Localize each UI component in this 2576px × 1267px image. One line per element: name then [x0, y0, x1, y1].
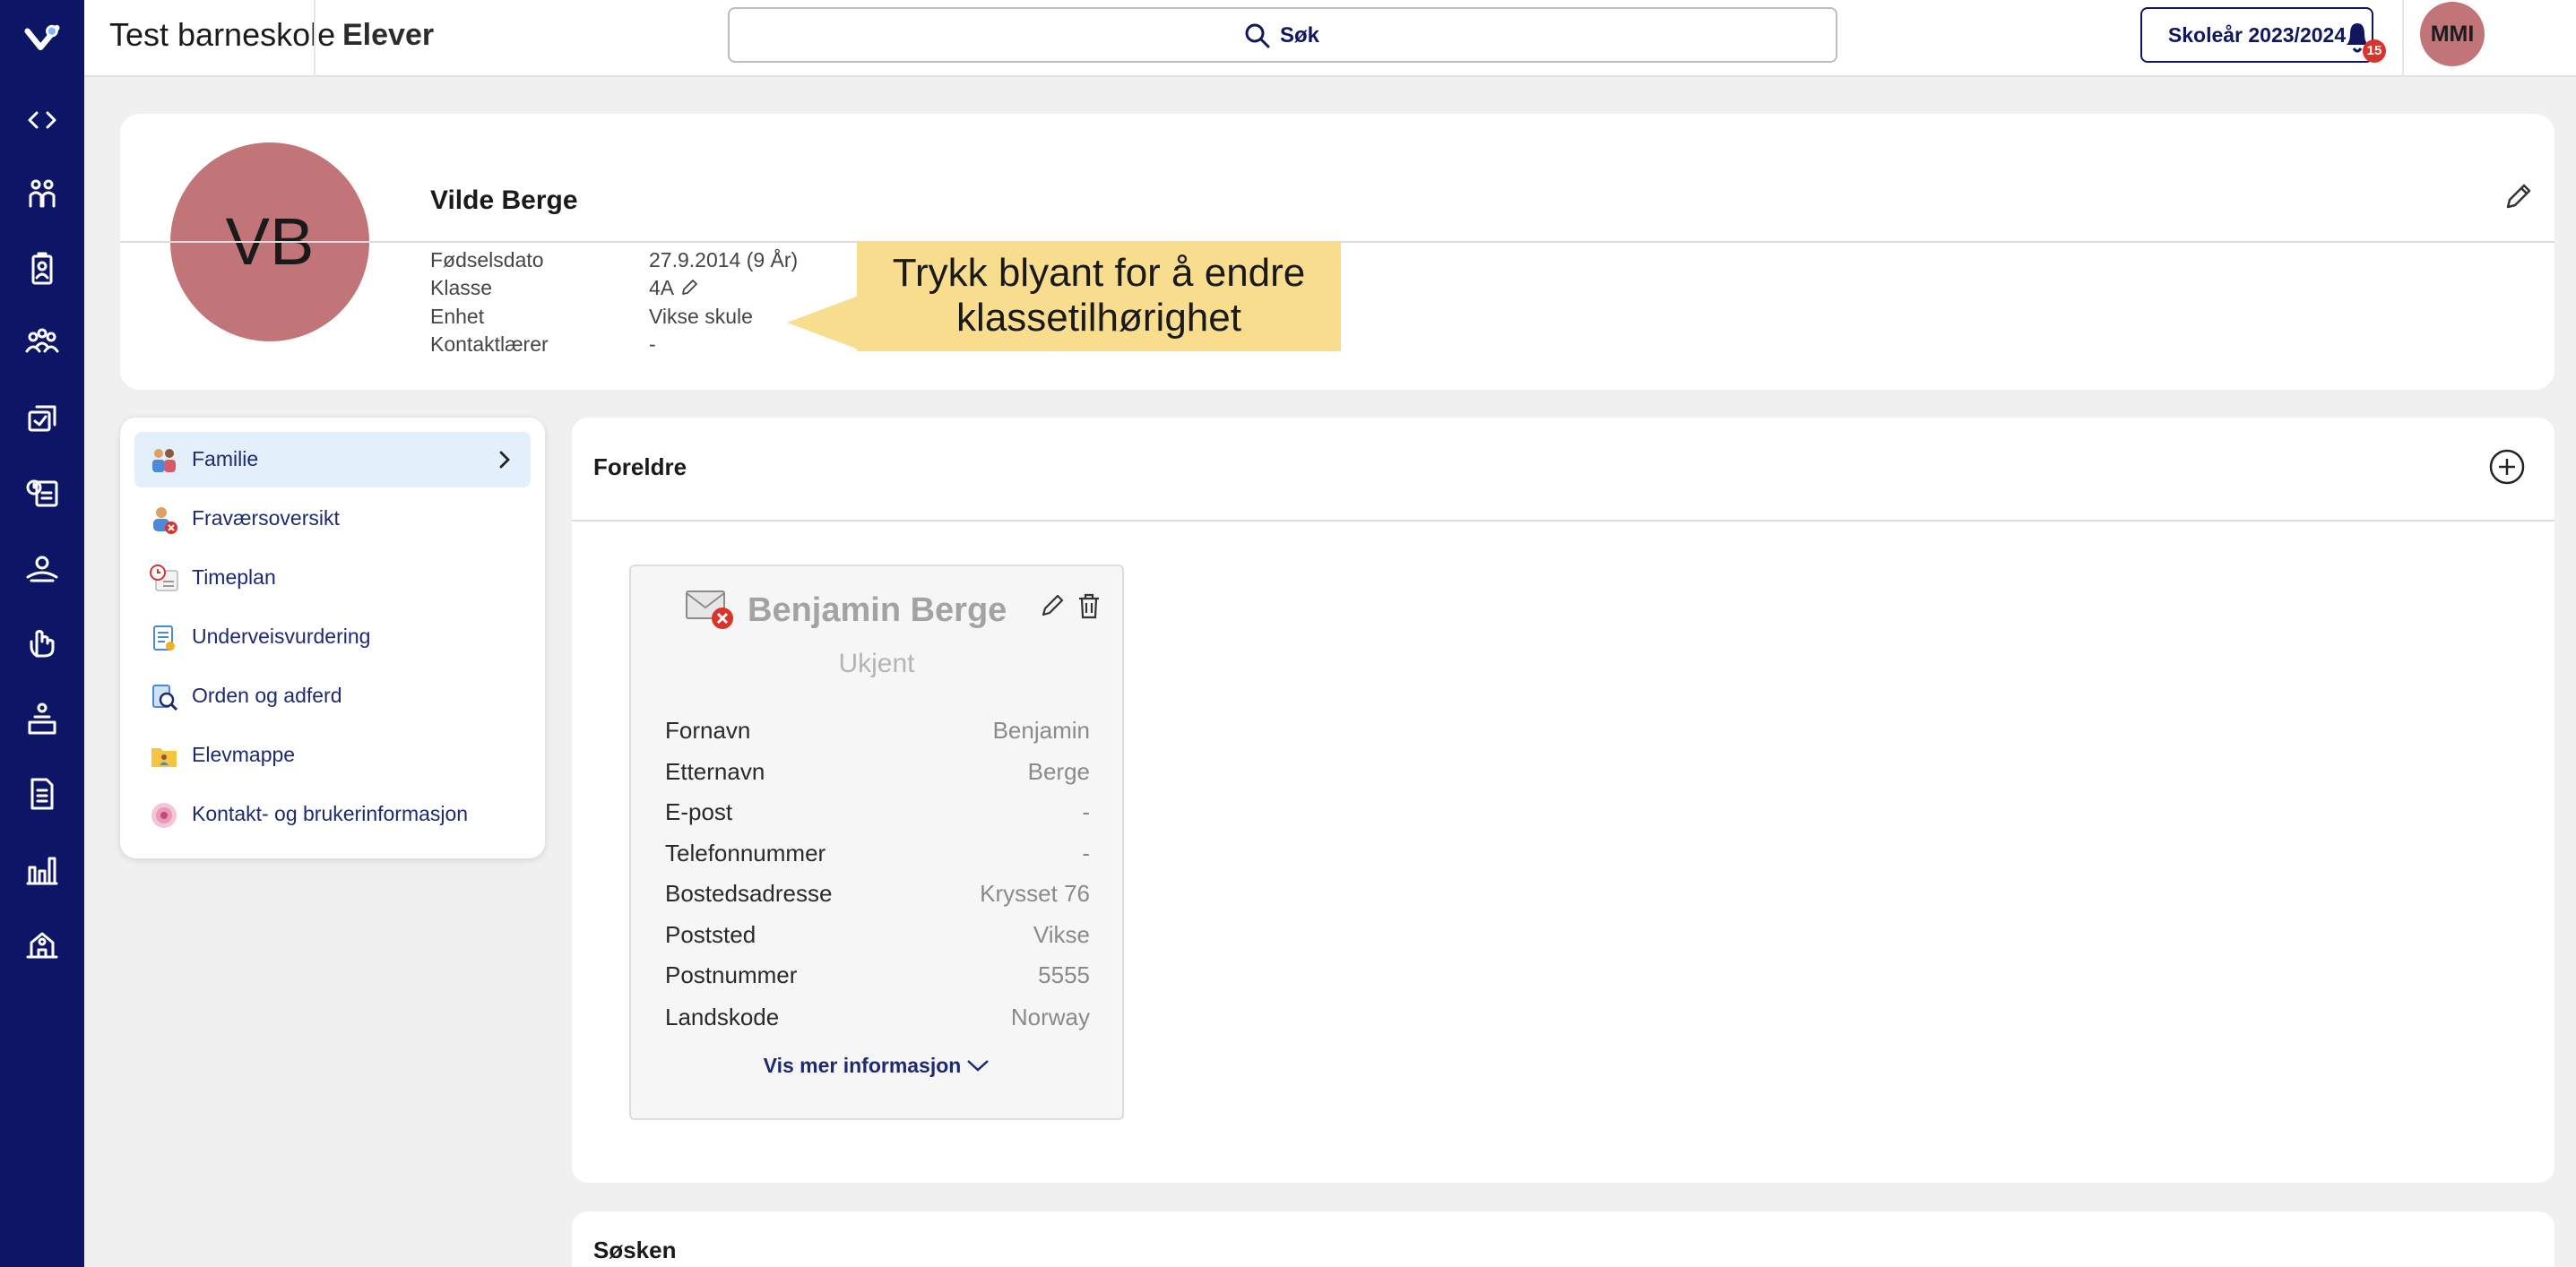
school-name[interactable]: Test barneskole — [109, 16, 335, 54]
menu-item-kontakt-og-brukerinformasjon[interactable]: Kontakt- og brukerinformasjon — [134, 787, 531, 842]
chevron-down-icon — [967, 1060, 990, 1072]
document-icon[interactable] — [24, 776, 60, 812]
user-avatar[interactable]: MMI — [2420, 2, 2485, 66]
add-circle-icon[interactable] — [2488, 448, 2526, 486]
divider — [314, 0, 316, 77]
menu-item-timeplan[interactable]: Timeplan — [134, 550, 531, 606]
conduct-icon — [152, 685, 178, 711]
divider — [2402, 0, 2404, 77]
show-more-button[interactable]: Vis mer informasjon — [631, 1054, 1122, 1078]
field-label: Telefonnummer — [665, 840, 826, 866]
app-logo[interactable] — [24, 20, 64, 52]
info-label-contact-teacher: Kontaktlærer — [430, 332, 549, 356]
menu-item-fravaersoversikt[interactable]: Fraværsoversikt — [134, 491, 531, 547]
contact-info-icon — [151, 803, 177, 828]
top-bar: Test barneskole Elever Søk Skoleår 2023/… — [84, 0, 2576, 77]
field-label: Bostedsadresse — [665, 880, 833, 907]
edit-class-pencil-icon[interactable] — [679, 278, 699, 297]
menu-label: Orden og adferd — [192, 684, 342, 707]
parent-name: Benjamin Berge — [748, 591, 1007, 629]
family-icon — [152, 449, 176, 472]
info-value-class: 4A — [649, 276, 675, 299]
section-title: Søsken — [593, 1237, 677, 1263]
id-badge-icon[interactable] — [24, 251, 60, 287]
field-label: Etternavn — [665, 758, 765, 785]
student-menu: Familie Fraværsoversikt Timeplan Underve… — [120, 418, 545, 858]
folder-icon — [151, 748, 177, 767]
field-value: Krysset 76 — [980, 880, 1090, 907]
page-title: Elever — [342, 18, 435, 52]
school-building-icon[interactable] — [24, 927, 60, 962]
schedule-icon — [150, 565, 178, 591]
support-icon[interactable] — [24, 550, 60, 586]
field-value: - — [1082, 840, 1090, 866]
student-name: Vilde Berge — [430, 185, 578, 215]
mail-error-icon — [686, 590, 733, 629]
info-value-class-row: 4A — [649, 276, 699, 300]
field-label: Postnummer — [665, 961, 798, 988]
chevron-right-icon — [499, 451, 510, 469]
info-value-unit: Vikse skule — [649, 305, 753, 328]
menu-item-elevmappe[interactable]: Elevmappe — [134, 728, 531, 783]
field-value: Berge — [1027, 758, 1090, 785]
field-label: Poststed — [665, 921, 756, 948]
edit-pencil-icon[interactable] — [2501, 180, 2535, 214]
students-icon[interactable] — [24, 176, 60, 211]
menu-label: Familie — [192, 447, 259, 470]
show-more-label: Vis mer informasjon — [763, 1054, 962, 1077]
field-label: Fornavn — [665, 717, 751, 744]
notification-badge: 15 — [2363, 39, 2386, 63]
calendar-icon[interactable] — [24, 475, 60, 511]
parent-status: Ukjent — [838, 649, 915, 678]
field-value: Vikse — [1033, 921, 1090, 948]
field-value: 5555 — [1038, 961, 1090, 988]
edit-pencil-icon[interactable] — [1038, 591, 1067, 620]
info-value-birthdate: 27.9.2014 (9 År) — [649, 248, 799, 272]
statistics-icon[interactable] — [24, 851, 60, 887]
search-bar[interactable]: Søk — [728, 7, 1837, 63]
field-label: E-post — [665, 798, 733, 825]
assessment-icon — [153, 625, 175, 651]
school-year-button[interactable]: Skoleår 2023/2024 — [2140, 7, 2373, 63]
menu-label: Underveisvurdering — [192, 625, 371, 648]
left-rail — [0, 0, 84, 1267]
parent-card: Benjamin Berge Ukjent Fornavn Benjamin Et… — [629, 565, 1124, 1120]
menu-item-orden-og-adferd[interactable]: Orden og adferd — [134, 668, 531, 724]
callout-pointer — [787, 296, 859, 349]
trash-icon[interactable] — [1076, 591, 1102, 620]
menu-label: Kontakt- og brukerinformasjon — [192, 802, 469, 825]
assignments-icon[interactable] — [24, 400, 60, 435]
collapse-toggle-icon[interactable] — [24, 102, 60, 138]
field-label: Landskode — [665, 1004, 780, 1030]
info-label-unit: Enhet — [430, 305, 485, 328]
menu-label: Fraværsoversikt — [192, 506, 340, 530]
search-icon — [1245, 23, 1270, 48]
field-value: Benjamin — [992, 717, 1090, 744]
info-label-birthdate: Fødselsdato — [430, 248, 544, 272]
callout-line-1: Trykk blyant for å endre — [892, 251, 1306, 295]
field-value: - — [1082, 798, 1090, 825]
tooltip-callout: Trykk blyant for å endre klassetilhørigh… — [857, 242, 1341, 351]
classroom-icon[interactable] — [24, 701, 60, 737]
field-value: Norway — [1010, 1004, 1090, 1030]
info-label-class: Klasse — [430, 276, 493, 299]
siblings-section: Søsken — [572, 1211, 2554, 1267]
menu-label: Elevmappe — [192, 743, 296, 766]
vote-hand-icon[interactable] — [24, 625, 60, 661]
menu-label: Timeplan — [192, 565, 276, 589]
parents-section: Foreldre Benjamin Berge Ukjent Fornavn Be… — [572, 418, 2554, 1183]
menu-item-familie[interactable]: Familie — [134, 432, 531, 487]
info-value-contact-teacher: - — [649, 332, 656, 356]
menu-item-underveisvurdering[interactable]: Underveisvurdering — [134, 609, 531, 665]
callout-line-2: klassetilhørighet — [956, 296, 1241, 340]
groups-icon[interactable] — [24, 324, 60, 360]
section-title: Foreldre — [593, 453, 687, 480]
search-label: Søk — [1280, 23, 1320, 47]
divider — [572, 520, 2554, 521]
absence-icon — [153, 507, 177, 534]
